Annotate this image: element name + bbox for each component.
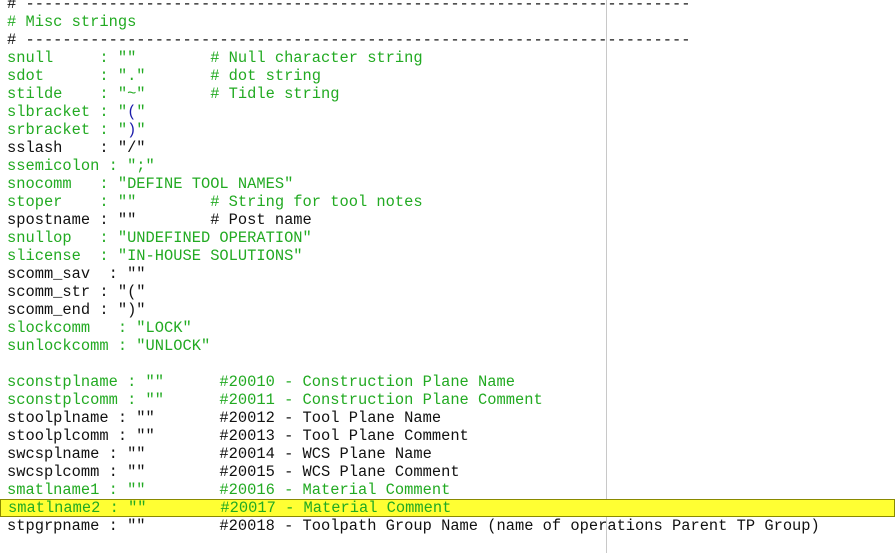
code-line[interactable]: slicense : "IN-HOUSE SOLUTIONS"	[0, 247, 895, 265]
code-line[interactable]: sconstplname : "" #20010 - Construction …	[0, 373, 895, 391]
code-line[interactable]: snocomm : "DEFINE TOOL NAMES"	[0, 175, 895, 193]
code-line[interactable]: stoolplname : "" #20012 - Tool Plane Nam…	[0, 409, 895, 427]
code-token: "	[136, 103, 146, 121]
code-token: sconstplcomm : "" #20011 - Construction …	[7, 391, 543, 409]
code-token: swcsplname : "" #20014 - WCS Plane Name	[7, 445, 432, 463]
code-token: sunlockcomm : "UNLOCK"	[7, 337, 211, 355]
code-line[interactable]: smatlname1 : "" #20016 - Material Commen…	[0, 481, 895, 499]
code-token: slicense : "IN-HOUSE SOLUTIONS"	[7, 247, 303, 265]
code-line[interactable]: scomm_sav : ""	[0, 265, 895, 283]
code-token: swcsplcomm : "" #20015 - WCS Plane Comme…	[7, 463, 460, 481]
code-line[interactable]: swcsplname : "" #20014 - WCS Plane Name	[0, 445, 895, 463]
code-line-highlighted[interactable]: smatlname2 : "" #20017 - Material Commen…	[0, 499, 895, 517]
code-token: stpgrpname : "" #20018 - Toolpath Group …	[7, 517, 820, 535]
code-line[interactable]: srbracket : ")"	[0, 121, 895, 139]
code-line[interactable]: sdot : "." # dot string	[0, 67, 895, 85]
code-line[interactable]: # Misc strings	[0, 13, 895, 31]
code-line[interactable]: swcsplcomm : "" #20015 - WCS Plane Comme…	[0, 463, 895, 481]
code-line[interactable]: stilde : "~" # Tidle string	[0, 85, 895, 103]
code-line[interactable]: snull : "" # Null character string	[0, 49, 895, 67]
code-editor[interactable]: # --------------------------------------…	[0, 0, 895, 553]
code-line[interactable]: scomm_str : "("	[0, 283, 895, 301]
code-token: )	[127, 121, 137, 139]
code-line[interactable]: sconstplcomm : "" #20011 - Construction …	[0, 391, 895, 409]
code-token: "	[136, 121, 146, 139]
code-line[interactable]: stoolplcomm : "" #20013 - Tool Plane Com…	[0, 427, 895, 445]
code-token: sdot : "." # dot string	[7, 67, 322, 85]
code-token: scomm_sav : ""	[7, 265, 146, 283]
code-line[interactable]: slockcomm : "LOCK"	[0, 319, 895, 337]
code-token: (	[127, 103, 137, 121]
code-token: spostname : "" # Post name	[7, 211, 312, 229]
code-token: stoper : "" # String for tool notes	[7, 193, 423, 211]
code-line[interactable]: slbracket : "("	[0, 103, 895, 121]
code-token: stoolplname : "" #20012 - Tool Plane Nam…	[7, 409, 442, 427]
code-line[interactable]: ssemicolon : ";"	[0, 157, 895, 175]
code-token: # Misc strings	[7, 13, 137, 31]
code-token: smatlname1 : "" #20016 - Material Commen…	[7, 481, 451, 499]
code-token: # --------------------------------------…	[7, 0, 691, 13]
code-token: stilde : "~" # Tidle string	[7, 85, 340, 103]
code-line[interactable]: scomm_end : ")"	[0, 301, 895, 319]
code-line[interactable]: # --------------------------------------…	[0, 31, 895, 49]
code-token: sslash : "/"	[7, 139, 146, 157]
code-line[interactable]: stoper : "" # String for tool notes	[0, 193, 895, 211]
code-line[interactable]	[0, 355, 895, 373]
code-token: slbracket : "	[7, 103, 128, 121]
code-token: ssemicolon : ";"	[7, 157, 155, 175]
code-token: scomm_str : "("	[7, 283, 146, 301]
code-line[interactable]: # --------------------------------------…	[0, 0, 895, 13]
code-token: stoolplcomm : "" #20013 - Tool Plane Com…	[7, 427, 469, 445]
code-line[interactable]: sslash : "/"	[0, 139, 895, 157]
code-line[interactable]: spostname : "" # Post name	[0, 211, 895, 229]
code-line[interactable]: stpgrpname : "" #20018 - Toolpath Group …	[0, 517, 895, 535]
code-line[interactable]: snullop : "UNDEFINED OPERATION"	[0, 229, 895, 247]
code-token: snullop : "UNDEFINED OPERATION"	[7, 229, 312, 247]
code-token: scomm_end : ")"	[7, 301, 146, 319]
code-token: slockcomm : "LOCK"	[7, 319, 192, 337]
code-token: snocomm : "DEFINE TOOL NAMES"	[7, 175, 294, 193]
code-token: # --------------------------------------…	[7, 31, 691, 49]
code-token: sconstplname : "" #20010 - Construction …	[7, 373, 515, 391]
code-line[interactable]: sunlockcomm : "UNLOCK"	[0, 337, 895, 355]
code-token: snull : "" # Null character string	[7, 49, 423, 67]
code-token: smatlname2 : "" #20017 - Material Commen…	[8, 499, 452, 517]
code-token: srbracket : "	[7, 121, 128, 139]
